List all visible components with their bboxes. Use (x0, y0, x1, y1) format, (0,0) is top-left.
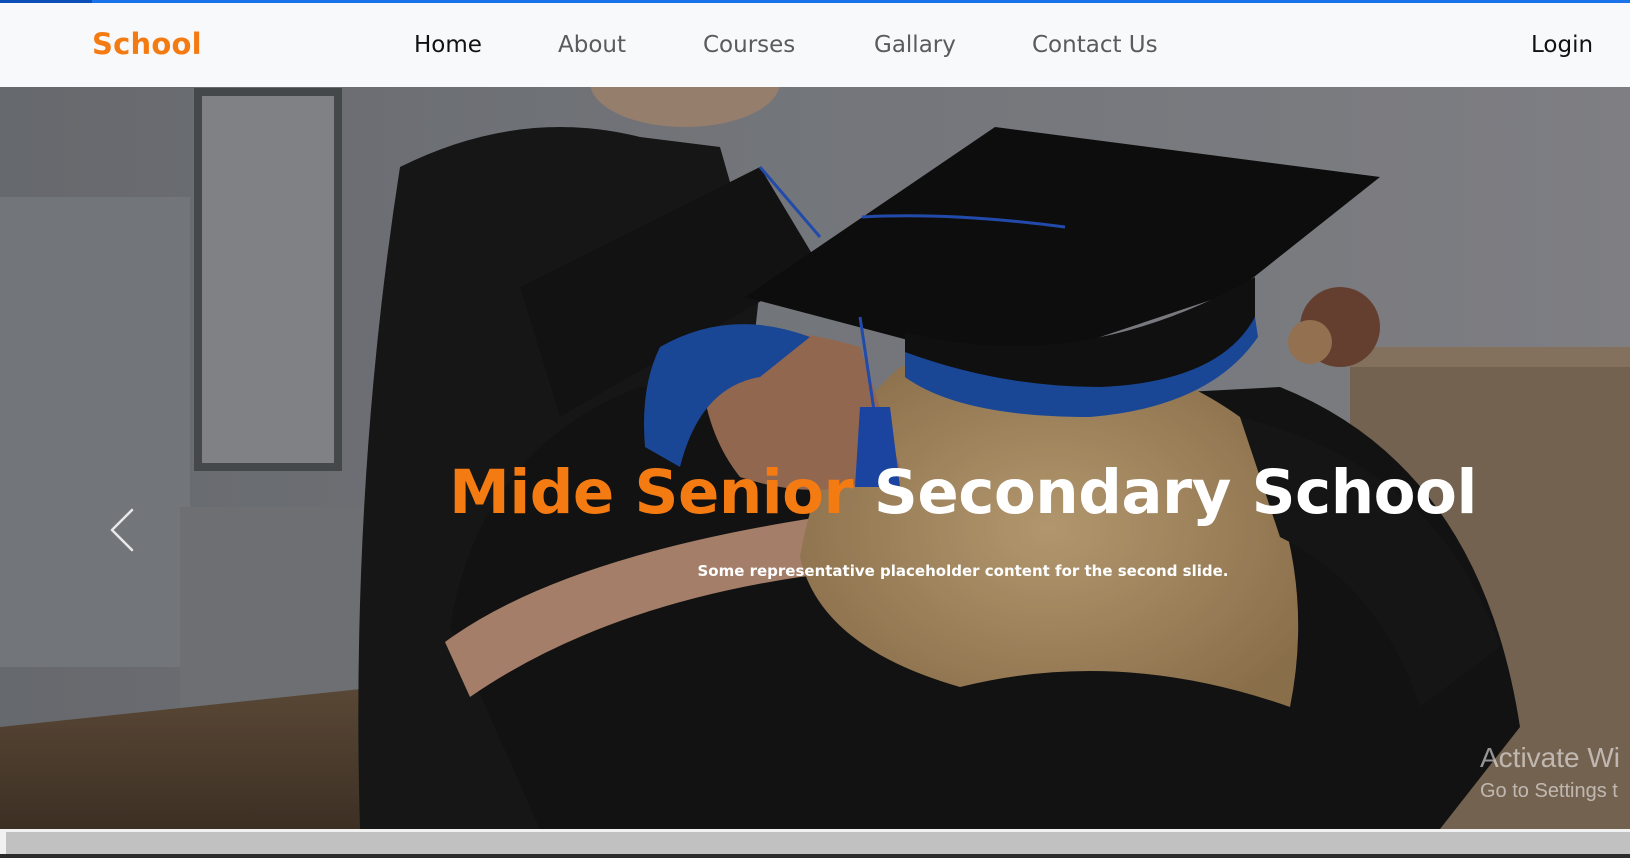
hero-title-rest: Secondary School (873, 457, 1477, 528)
scrollbar-thumb[interactable] (6, 832, 1630, 854)
hero-carousel: Mide Senior Secondary School Some repres… (0, 87, 1630, 829)
nav-link-home[interactable]: Home (414, 32, 482, 58)
chevron-left-icon (110, 508, 134, 552)
hero-subtitle: Some representative placeholder content … (697, 562, 1229, 580)
horizontal-scrollbar[interactable] (0, 829, 1630, 858)
nav-link-courses[interactable]: Courses (703, 32, 795, 58)
nav-link-contact-us[interactable]: Contact Us (1032, 32, 1158, 58)
nav-link-about[interactable]: About (558, 32, 626, 58)
navbar: School Home About Courses Gallary Contac… (0, 3, 1630, 87)
activation-watermark: Activate Wi Go to Settings t (1480, 742, 1620, 803)
hero-title-accent: Mide Senior (449, 457, 854, 528)
watermark-line-1: Activate Wi (1480, 742, 1621, 773)
taskbar-edge (0, 854, 1630, 858)
hero-title: Mide Senior Secondary School (0, 457, 1630, 528)
carousel-prev-button[interactable] (96, 502, 156, 562)
nav-links: Home About Courses Gallary Contact Us (0, 3, 1630, 87)
watermark-line-2: Go to Settings t (1480, 780, 1618, 802)
nav-link-gallary[interactable]: Gallary (874, 32, 956, 58)
login-link[interactable]: Login (1531, 32, 1593, 58)
